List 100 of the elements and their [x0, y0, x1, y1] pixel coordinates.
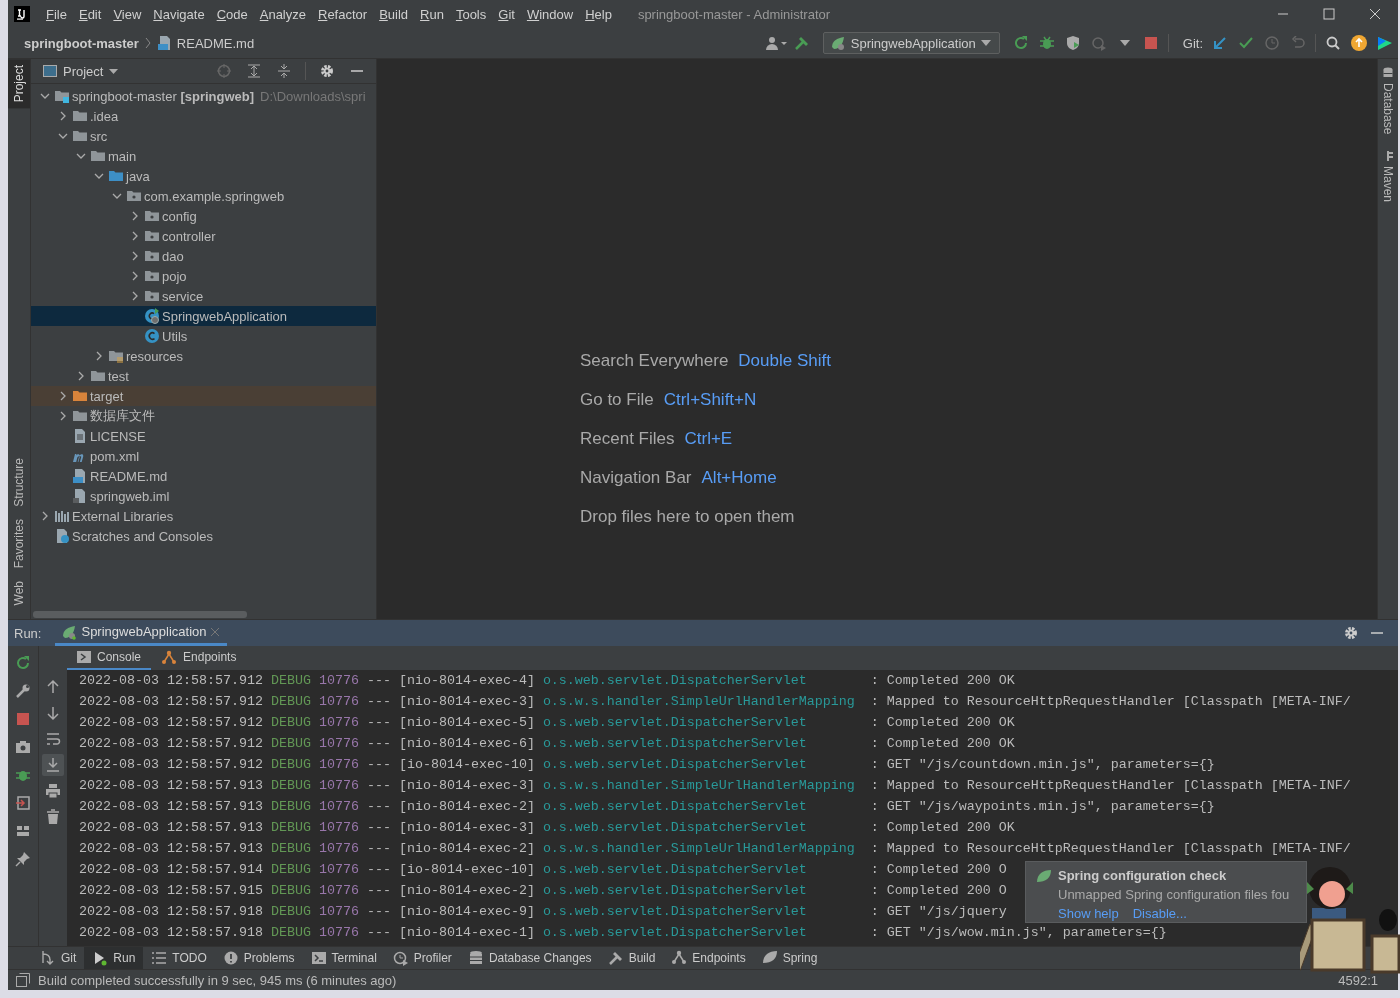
tool-window-tab[interactable]: Maven [1378, 142, 1398, 211]
tree-item[interactable]: Scratches and Consoles [31, 526, 376, 546]
caret-icon[interactable] [1119, 40, 1130, 46]
breadcrumb[interactable]: README.md [152, 35, 259, 51]
bug-icon[interactable] [1038, 35, 1055, 51]
rerun-icon[interactable] [15, 655, 31, 671]
stop-icon[interactable] [1144, 37, 1157, 49]
log-logger: o.s.web.servlet.DispatcherServlet [542, 820, 807, 835]
tree-item[interactable]: External Libraries [31, 506, 376, 526]
tool-window-tab[interactable]: Git [32, 947, 85, 969]
tree-item[interactable]: controller [31, 226, 376, 246]
expand-all-icon[interactable] [247, 64, 261, 78]
tree-item[interactable]: pojo [31, 266, 376, 286]
wrench-icon[interactable] [15, 683, 31, 699]
scroll-to-end-button[interactable] [42, 754, 64, 776]
tool-window-tab[interactable]: Endpoints [663, 947, 754, 969]
tree-item[interactable]: resources [31, 346, 376, 366]
hammer-icon[interactable] [793, 35, 810, 51]
tool-window-tab[interactable]: Run [84, 947, 144, 969]
cursor-position[interactable]: 4592:1 [1338, 972, 1378, 988]
menu-item[interactable]: File [40, 6, 73, 22]
menu-item[interactable]: Window [520, 6, 580, 22]
tree-item[interactable]: SpringwebApplication [31, 306, 376, 326]
log-timestamp: 2022-08-03 12:58:57.913 [79, 778, 263, 793]
tree-item[interactable]: java [31, 166, 376, 186]
tool-window-tab[interactable]: Project [8, 59, 30, 109]
shield-icon[interactable] [1064, 35, 1081, 51]
tool-window-tab[interactable]: Spring [753, 947, 826, 969]
menu-item[interactable]: Tools [449, 6, 493, 22]
print-icon[interactable] [45, 783, 61, 799]
tree-item[interactable]: 数据库文件 [31, 406, 376, 426]
log-message: : Completed 200 OK [870, 673, 1015, 688]
tree-item[interactable]: README.md [31, 466, 376, 486]
log-message: : GET "/js/wow.min.js", parameters={} [870, 925, 1167, 940]
tree-item[interactable]: dao [31, 246, 376, 266]
log-timestamp: 2022-08-03 12:58:57.913 [79, 799, 263, 814]
stop-icon[interactable] [15, 711, 31, 727]
tree-item[interactable]: config [31, 206, 376, 226]
log-message: : Completed 200 O [870, 883, 1007, 898]
layout-icon[interactable] [15, 823, 31, 839]
menu-item[interactable]: Navigate [147, 6, 211, 22]
console-icon [77, 650, 91, 663]
log-pid: 10776 [318, 673, 359, 688]
tree-item[interactable]: Utils [31, 326, 376, 346]
update-circle-icon[interactable] [1351, 35, 1367, 51]
menu-item[interactable]: Help [579, 6, 618, 22]
tool-window-tab[interactable]: Web [8, 574, 30, 611]
tree-item[interactable]: .idea [31, 106, 376, 126]
tree-item[interactable]: service [31, 286, 376, 306]
tool-window-tab[interactable]: Favorites [8, 513, 30, 575]
leaf-icon [61, 623, 78, 640]
folder-icon [90, 368, 106, 384]
settings-icon[interactable] [1344, 626, 1358, 640]
trash-icon[interactable] [45, 809, 61, 825]
soft-wrap-icon[interactable] [45, 731, 61, 747]
settings-icon[interactable] [320, 64, 334, 78]
down-arrow-icon[interactable] [45, 705, 61, 721]
up-arrow-icon[interactable] [45, 679, 61, 695]
menu-item[interactable]: Git [492, 6, 521, 22]
tree-item[interactable]: LICENSE [31, 426, 376, 446]
tool-window-tab[interactable]: Problems [214, 947, 303, 969]
breadcrumb[interactable]: springboot-master [20, 35, 143, 51]
menu-item[interactable]: Refactor [312, 6, 374, 22]
check-icon[interactable] [1239, 36, 1253, 50]
run-configuration-dropdown[interactable]: SpringwebApplication [822, 32, 1000, 54]
tree-item[interactable]: src [31, 126, 376, 146]
search-icon[interactable] [1326, 36, 1340, 50]
tree-item[interactable]: test [31, 366, 376, 386]
tool-window-tab[interactable]: Terminal [302, 947, 385, 969]
camera-icon[interactable] [15, 739, 31, 755]
log-level: DEBUG [270, 862, 311, 877]
plugin-logo-icon[interactable] [1377, 35, 1393, 51]
menu-item[interactable]: View [107, 6, 148, 22]
console-tab[interactable]: Endpoints [151, 645, 247, 671]
collapse-all-icon[interactable] [277, 64, 291, 78]
user-icon[interactable] [764, 35, 787, 51]
menu-item[interactable]: Run [414, 6, 450, 22]
tool-window-tab[interactable]: Database [1378, 59, 1398, 143]
tool-window-tab[interactable]: Build [599, 947, 664, 969]
tool-window-tab[interactable]: Database Changes [459, 947, 600, 969]
tree-item[interactable]: springweb.iml [31, 486, 376, 506]
package-folder-icon [144, 248, 160, 264]
exit-icon[interactable] [15, 795, 31, 811]
update-arrow-icon[interactable] [1213, 36, 1227, 50]
menu-item[interactable]: Build [373, 6, 415, 22]
tool-window-tab[interactable]: TODO [143, 947, 215, 969]
menu-item[interactable]: Analyze [253, 6, 312, 22]
tool-window-tab[interactable]: Profiler [384, 947, 460, 969]
project-view-dropdown[interactable]: Project [37, 62, 125, 80]
tree-item[interactable]: com.example.springweb [31, 186, 376, 206]
menu-item[interactable]: Edit [72, 6, 108, 22]
scrollbar-thumb[interactable] [33, 610, 247, 618]
tree-item[interactable]: springboot-master [springweb] D:\Downloads\spri [31, 86, 376, 106]
tool-window-tab[interactable]: Structure [8, 452, 30, 514]
pin-icon[interactable] [15, 851, 31, 867]
tree-item[interactable]: main [31, 146, 376, 166]
rerun-icon[interactable] [1012, 35, 1029, 51]
menu-item[interactable]: Code [210, 6, 254, 22]
tree-item[interactable]: pom.xml [31, 446, 376, 466]
tree-item[interactable]: target [31, 386, 376, 406]
